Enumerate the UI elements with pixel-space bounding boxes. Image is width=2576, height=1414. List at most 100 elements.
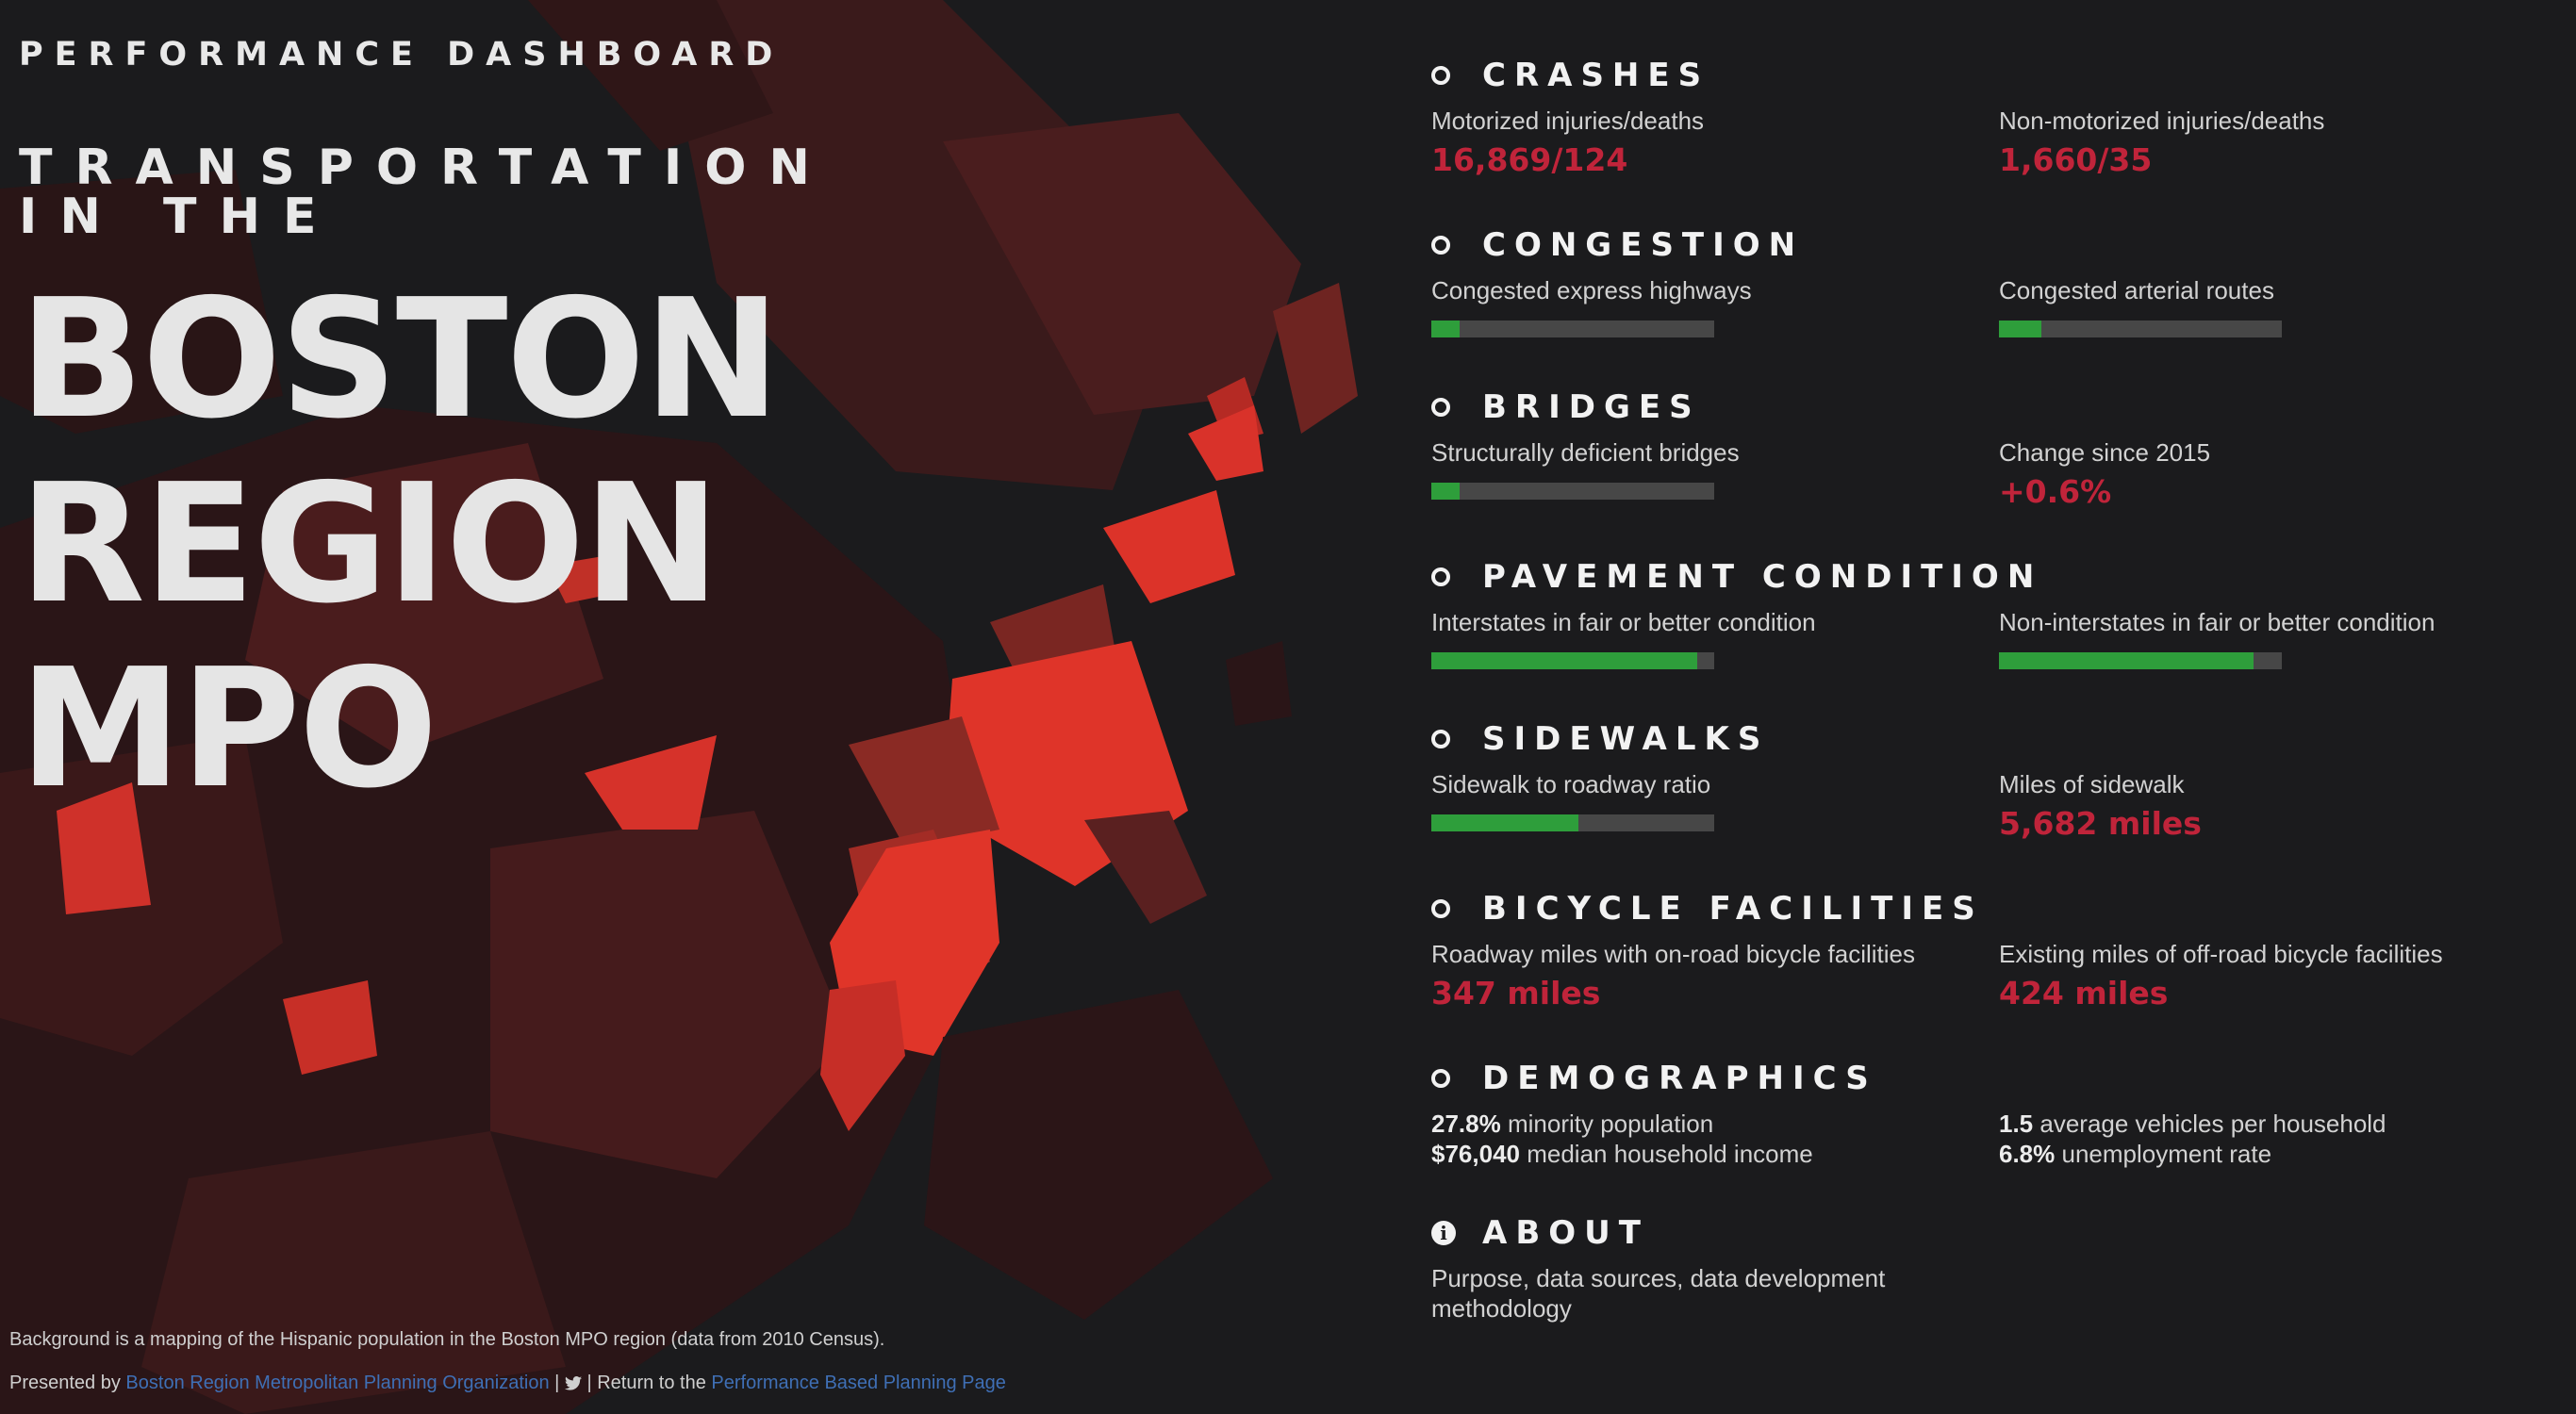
performance-planning-link[interactable]: Performance Based Planning Page — [711, 1373, 1005, 1393]
demographics-left: 27.8% minority population $76,040 median… — [1431, 1109, 1959, 1169]
progress-fill — [1431, 321, 1460, 337]
metric-label: Motorized injuries/deaths — [1431, 107, 1705, 135]
hero: PERFORMANCE DASHBOARD TRANSPORTATION IN … — [19, 36, 962, 822]
circle-outline-icon — [1431, 730, 1450, 748]
metric-value: 1,660/35 — [1999, 141, 2153, 178]
section-title[interactable]: BICYCLE FACILITIES — [1482, 890, 1984, 928]
presented-by: Presented by — [9, 1373, 126, 1393]
progress-fill — [1999, 321, 2041, 337]
progress-bar — [1999, 652, 2282, 669]
unemployment-rate: 6.8% unemployment rate — [1999, 1139, 2527, 1169]
progress-fill — [1999, 652, 2254, 669]
section-title[interactable]: PAVEMENT CONDITION — [1482, 558, 2042, 596]
title-line: MPO — [19, 633, 438, 825]
section-pavement[interactable]: PAVEMENT CONDITION Interstates in fair o… — [1431, 558, 2544, 669]
metric-express-highways: Congested express highways — [1431, 275, 1959, 337]
metric-value: 5,682 miles — [1999, 805, 2202, 842]
stat-value: 27.8% — [1431, 1110, 1501, 1138]
metric-off-road-bike: Existing miles of off-road bicycle facil… — [1999, 939, 2527, 1012]
circle-outline-icon — [1431, 567, 1450, 586]
circle-outline-icon — [1431, 66, 1450, 85]
dashboard-kicker: PERFORMANCE DASHBOARD — [19, 36, 784, 74]
stat-label: median household income — [1519, 1140, 1813, 1168]
section-crashes[interactable]: CRASHES Motorized injuries/deaths 16,869… — [1431, 57, 2544, 178]
metric-sidewalk-ratio: Sidewalk to roadway ratio — [1431, 769, 1959, 831]
section-about[interactable]: i ABOUT Purpose, data sources, data deve… — [1431, 1214, 2544, 1324]
section-title[interactable]: CONGESTION — [1482, 226, 1804, 264]
section-title[interactable]: ABOUT — [1482, 1214, 1649, 1252]
progress-bar — [1431, 814, 1714, 831]
progress-fill — [1431, 814, 1578, 831]
section-bicycle[interactable]: BICYCLE FACILITIES Roadway miles with on… — [1431, 890, 2544, 1011]
metric-deficient-bridges: Structurally deficient bridges — [1431, 437, 1959, 500]
section-title[interactable]: CRASHES — [1482, 57, 1709, 94]
progress-fill — [1431, 652, 1697, 669]
map-region — [1226, 641, 1292, 726]
circle-outline-icon — [1431, 236, 1450, 255]
footer-credits: Presented by Boston Region Metropolitan … — [9, 1373, 1006, 1394]
info-icon: i — [1431, 1221, 1456, 1245]
twitter-icon[interactable] — [564, 1376, 582, 1390]
metric-label: Existing miles of off-road bicycle facil… — [1999, 940, 2443, 968]
page-subtitle: TRANSPORTATION IN THE — [19, 140, 833, 245]
metric-change-since-2015: Change since 2015 +0.6% — [1999, 437, 2527, 511]
metric-label: Congested arterial routes — [1999, 276, 2274, 304]
section-title[interactable]: BRIDGES — [1482, 388, 1701, 426]
section-title[interactable]: SIDEWALKS — [1482, 720, 1769, 758]
section-bridges[interactable]: BRIDGES Structurally deficient bridges C… — [1431, 388, 2544, 510]
metric-value: 16,869/124 — [1431, 141, 1628, 178]
section-header[interactable]: CRASHES — [1431, 57, 2544, 94]
circle-outline-icon — [1431, 398, 1450, 417]
stat-value: 6.8% — [1999, 1140, 2056, 1168]
metric-non-interstates: Non-interstates in fair or better condit… — [1999, 607, 2527, 669]
metric-label: Change since 2015 — [1999, 438, 2211, 467]
progress-bar — [1999, 321, 2282, 337]
section-header[interactable]: BICYCLE FACILITIES — [1431, 890, 2544, 928]
progress-fill — [1431, 483, 1460, 500]
page-title: BOSTON REGION MPO — [19, 268, 962, 822]
separator: | — [549, 1373, 565, 1393]
metric-label: Non-interstates in fair or better condit… — [1999, 608, 2436, 636]
circle-outline-icon — [1431, 1069, 1450, 1088]
metric-value: 424 miles — [1999, 975, 2169, 1011]
section-header[interactable]: i ABOUT — [1431, 1214, 2544, 1252]
metric-value: +0.6% — [1999, 473, 2112, 510]
stat-label: unemployment rate — [2055, 1140, 2272, 1168]
metric-label: Structurally deficient bridges — [1431, 438, 1740, 467]
section-header[interactable]: DEMOGRAPHICS — [1431, 1060, 2544, 1097]
minority-population: 27.8% minority population — [1431, 1109, 1959, 1139]
map-note: Background is a mapping of the Hispanic … — [9, 1329, 885, 1350]
title-line: BOSTON — [19, 264, 781, 455]
section-header[interactable]: CONGESTION — [1431, 226, 2544, 264]
metric-label: Sidewalk to roadway ratio — [1431, 770, 1711, 798]
metric-motorized: Motorized injuries/deaths 16,869/124 — [1431, 106, 1959, 179]
metric-label: Miles of sidewalk — [1999, 770, 2185, 798]
mpo-link[interactable]: Boston Region Metropolitan Planning Orga… — [125, 1373, 549, 1393]
vehicles-per-household: 1.5 average vehicles per household — [1999, 1109, 2527, 1139]
stat-value: $76,040 — [1431, 1140, 1520, 1168]
metric-value: 347 miles — [1431, 975, 1601, 1011]
progress-bar — [1431, 321, 1714, 337]
metric-label: Congested express highways — [1431, 276, 1752, 304]
metric-label: Interstates in fair or better condition — [1431, 608, 1816, 636]
section-header[interactable]: PAVEMENT CONDITION — [1431, 558, 2544, 596]
section-demographics[interactable]: DEMOGRAPHICS 27.8% minority population $… — [1431, 1060, 2544, 1168]
separator: | Return to the — [581, 1373, 712, 1393]
map-region — [1103, 490, 1235, 603]
title-line: REGION — [19, 449, 720, 640]
stat-label: average vehicles per household — [2033, 1110, 2386, 1138]
metric-interstates: Interstates in fair or better condition — [1431, 607, 1959, 669]
section-header[interactable]: BRIDGES — [1431, 388, 2544, 426]
circle-outline-icon — [1431, 899, 1450, 918]
section-congestion[interactable]: CONGESTION Congested express highways Co… — [1431, 226, 2544, 337]
section-header[interactable]: SIDEWALKS — [1431, 720, 2544, 758]
metric-label: Non-motorized injuries/deaths — [1999, 107, 2325, 135]
section-sidewalks[interactable]: SIDEWALKS Sidewalk to roadway ratio Mile… — [1431, 720, 2544, 842]
progress-bar — [1431, 483, 1714, 500]
section-title[interactable]: DEMOGRAPHICS — [1482, 1060, 1877, 1097]
progress-bar — [1431, 652, 1714, 669]
about-text[interactable]: Purpose, data sources, data development … — [1431, 1263, 1940, 1324]
metric-miles-of-sidewalk: Miles of sidewalk 5,682 miles — [1999, 769, 2527, 843]
metric-label: Roadway miles with on-road bicycle facil… — [1431, 940, 1915, 968]
median-income: $76,040 median household income — [1431, 1139, 1959, 1169]
